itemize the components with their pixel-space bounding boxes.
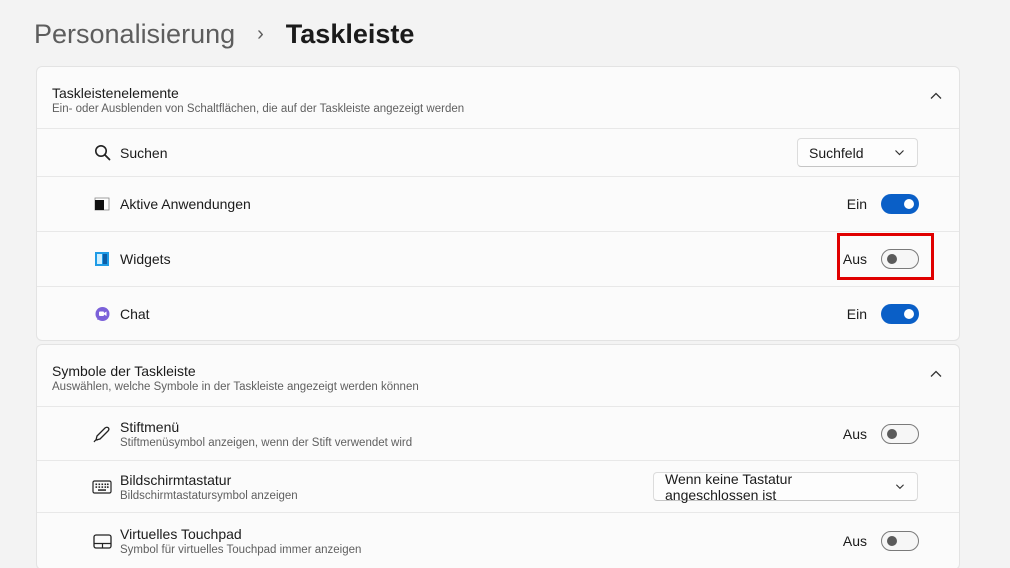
touchpad-icon bbox=[92, 531, 112, 551]
search-label: Suchen bbox=[120, 144, 168, 161]
active-apps-state: Ein bbox=[846, 196, 867, 212]
virtual-touchpad-desc: Symbol für virtuelles Touchpad immer anz… bbox=[120, 544, 362, 556]
section-subtitle: Auswählen, welche Symbole in der Tasklei… bbox=[52, 381, 419, 393]
pen-menu-state: Aus bbox=[842, 425, 867, 442]
taskbar-icons-card: Symbole der Taskleiste Auswählen, welche… bbox=[36, 344, 960, 568]
active-apps-toggle[interactable] bbox=[881, 194, 919, 214]
highlight-box bbox=[837, 233, 934, 280]
widgets-label: Widgets bbox=[120, 251, 171, 267]
touch-keyboard-desc: Bildschirmtastatursymbol anzeigen bbox=[120, 489, 298, 502]
search-row: Suchen Suchfeld bbox=[37, 129, 959, 177]
active-apps-row: Aktive Anwendungen Ein bbox=[37, 177, 959, 232]
pen-menu-desc: Stiftmenüsymbol anzeigen, wenn der Stift… bbox=[120, 436, 413, 449]
chat-icon bbox=[92, 304, 112, 324]
chat-row: Chat Ein bbox=[37, 287, 959, 340]
pen-menu-toggle[interactable] bbox=[881, 423, 919, 444]
section-subtitle: Ein- oder Ausblenden von Schaltflächen, … bbox=[52, 103, 465, 115]
widgets-icon bbox=[92, 249, 112, 269]
chevron-down-icon bbox=[896, 484, 905, 490]
virtual-touchpad-label: Virtuelles Touchpad bbox=[120, 526, 242, 542]
pen-menu-row: Stiftmenü Stiftmenüsymbol anzeigen, wenn… bbox=[37, 407, 959, 461]
keyboard-icon bbox=[92, 477, 112, 497]
breadcrumb-separator: › bbox=[257, 22, 264, 45]
touch-keyboard-row: Bildschirmtastatur Bildschirmtastatursym… bbox=[37, 461, 959, 513]
search-dropdown-value: Suchfeld bbox=[809, 144, 864, 161]
virtual-touchpad-row: Virtuelles Touchpad Symbol für virtuelle… bbox=[37, 513, 959, 568]
breadcrumb-parent[interactable]: Personalisierung bbox=[34, 19, 235, 50]
chevron-down-icon bbox=[895, 150, 904, 156]
chevron-up-icon[interactable] bbox=[929, 367, 943, 381]
chat-state: Ein bbox=[846, 306, 867, 322]
search-icon bbox=[92, 143, 112, 163]
section-title: Symbole der Taskleiste bbox=[52, 363, 196, 379]
touch-keyboard-dropdown-value: Wenn keine Tastatur angeschlossen ist bbox=[665, 470, 793, 503]
widgets-row: Widgets Aus bbox=[37, 232, 959, 287]
touch-keyboard-dropdown[interactable]: Wenn keine Tastatur angeschlossen ist bbox=[653, 470, 918, 503]
task-view-icon bbox=[92, 194, 112, 214]
section-title: Taskleistenelemente bbox=[52, 85, 179, 101]
virtual-touchpad-toggle[interactable] bbox=[881, 531, 919, 551]
taskbar-items-header[interactable]: Taskleistenelemente Ein- oder Ausblenden… bbox=[37, 67, 959, 129]
virtual-touchpad-state: Aus bbox=[842, 533, 867, 549]
pen-icon bbox=[92, 424, 112, 444]
taskbar-items-card: Taskleistenelemente Ein- oder Ausblenden… bbox=[36, 66, 960, 341]
chevron-up-icon[interactable] bbox=[929, 89, 943, 103]
page-title: Taskleiste bbox=[285, 18, 415, 49]
chat-label: Chat bbox=[120, 306, 150, 322]
taskbar-icons-header[interactable]: Symbole der Taskleiste Auswählen, welche… bbox=[37, 345, 959, 407]
active-apps-label: Aktive Anwendungen bbox=[120, 196, 251, 212]
pen-menu-label: Stiftmenü bbox=[120, 418, 180, 435]
chat-toggle[interactable] bbox=[881, 304, 919, 324]
breadcrumb: Personalisierung › Taskleiste bbox=[34, 14, 414, 54]
search-dropdown[interactable]: Suchfeld bbox=[797, 138, 918, 167]
touch-keyboard-label: Bildschirmtastatur bbox=[120, 471, 232, 488]
